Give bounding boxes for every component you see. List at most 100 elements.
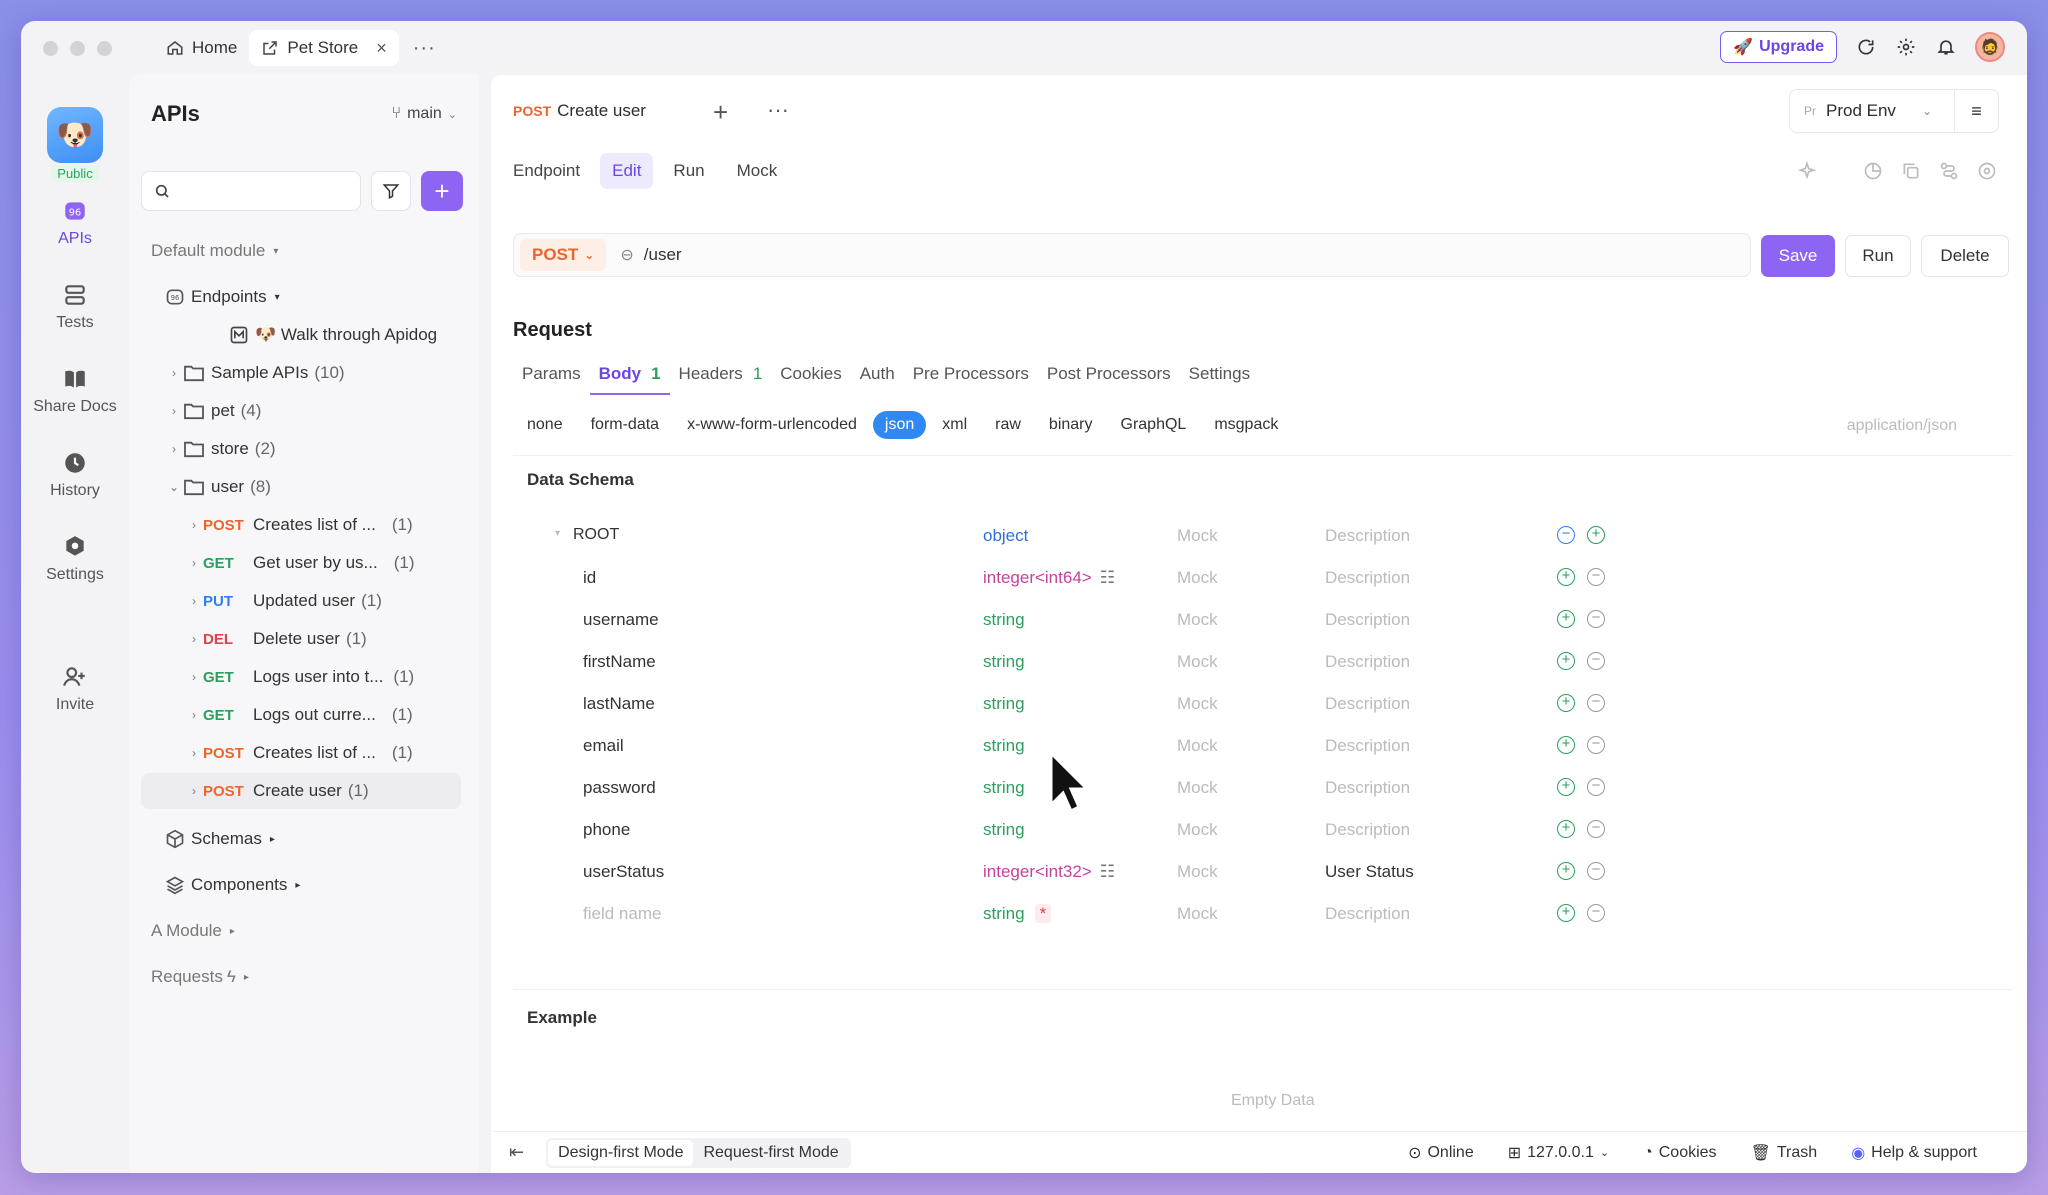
- tree-folder-store[interactable]: › store (2): [165, 431, 276, 467]
- add-field-icon[interactable]: +: [1557, 568, 1575, 586]
- sparkle-icon[interactable]: [1797, 161, 1817, 181]
- remove-field-icon[interactable]: −: [1587, 694, 1605, 712]
- body-type-urlencoded[interactable]: x-www-form-urlencoded: [675, 411, 869, 439]
- trash-button[interactable]: 🗑 Trash: [1751, 1143, 1818, 1163]
- tree-default-module[interactable]: Default module ▾: [151, 233, 278, 269]
- url-path-input[interactable]: [643, 245, 1544, 265]
- remove-field-icon[interactable]: −: [1587, 736, 1605, 754]
- request-first-mode[interactable]: Request-first Mode: [693, 1140, 848, 1166]
- add-button[interactable]: +: [421, 171, 463, 211]
- tab-mock[interactable]: Mock: [725, 153, 790, 189]
- user-avatar[interactable]: 🧔: [1975, 32, 2005, 62]
- collapse-icon[interactable]: −: [1557, 526, 1575, 544]
- run-button[interactable]: Run: [1845, 235, 1911, 277]
- rail-item-settings[interactable]: Settings: [46, 534, 104, 584]
- tree-endpoint[interactable]: › POST Creates list of ... (1): [185, 735, 413, 771]
- add-field-icon[interactable]: +: [1557, 610, 1575, 628]
- add-field-icon[interactable]: +: [1557, 736, 1575, 754]
- tree-endpoint[interactable]: › PUT Updated user (1): [185, 583, 382, 619]
- gear-icon[interactable]: [1895, 36, 1917, 58]
- upgrade-button[interactable]: 🚀 Upgrade: [1720, 31, 1837, 63]
- tree-endpoint[interactable]: › DEL Delete user (1): [185, 621, 367, 657]
- tree-folder-pet[interactable]: › pet (4): [165, 393, 261, 429]
- tab-more-button[interactable]: ···: [767, 97, 789, 123]
- tab-pre-processors[interactable]: Pre Processors: [904, 353, 1038, 395]
- body-type-json[interactable]: json: [872, 411, 927, 439]
- project-avatar[interactable]: 🐶: [47, 107, 103, 163]
- rail-item-invite[interactable]: Invite: [56, 664, 94, 714]
- add-field-icon[interactable]: +: [1557, 652, 1575, 670]
- settings-icon[interactable]: [1977, 161, 1997, 181]
- remove-field-icon[interactable]: −: [1587, 652, 1605, 670]
- cookies-button[interactable]: ◔ Cookies: [1643, 1144, 1716, 1162]
- menu-icon[interactable]: ≡: [1954, 90, 1998, 132]
- tab-run[interactable]: Run: [661, 153, 716, 189]
- tab-cookies[interactable]: Cookies: [771, 353, 850, 395]
- body-type-msgpack[interactable]: msgpack: [1202, 411, 1290, 439]
- tree-endpoint[interactable]: › GET Logs out curre... (1): [185, 697, 413, 733]
- add-field-icon[interactable]: +: [1557, 820, 1575, 838]
- search-box[interactable]: [141, 171, 361, 211]
- minimize-window-button[interactable]: [70, 40, 85, 56]
- tree-a-module[interactable]: A Module ▸: [151, 913, 235, 949]
- search-input[interactable]: [178, 182, 348, 200]
- help-support-button[interactable]: ◉ Help & support: [1851, 1143, 1977, 1163]
- tree-endpoints[interactable]: 96 Endpoints ▾: [165, 279, 280, 315]
- body-type-raw[interactable]: raw: [983, 411, 1033, 439]
- tree-endpoint[interactable]: › GET Get user by us... (1): [185, 545, 415, 581]
- body-type-binary[interactable]: binary: [1037, 411, 1105, 439]
- maximize-window-button[interactable]: [97, 40, 112, 56]
- close-window-button[interactable]: [43, 40, 58, 56]
- body-type-graphql[interactable]: GraphQL: [1109, 411, 1199, 439]
- body-type-form-data[interactable]: form-data: [579, 411, 671, 439]
- online-status[interactable]: ⊙ Online: [1408, 1143, 1474, 1163]
- new-tab-button[interactable]: +: [713, 97, 728, 128]
- add-field-icon[interactable]: +: [1557, 862, 1575, 880]
- body-type-xml[interactable]: xml: [930, 411, 979, 439]
- tree-schemas[interactable]: Schemas ▸: [165, 821, 275, 857]
- refresh-icon[interactable]: [1855, 36, 1877, 58]
- share-flow-icon[interactable]: [1939, 161, 1959, 181]
- add-field-icon[interactable]: +: [1557, 694, 1575, 712]
- copy-icon[interactable]: [1901, 161, 1921, 181]
- body-type-none[interactable]: none: [515, 411, 575, 439]
- remove-field-icon[interactable]: −: [1587, 610, 1605, 628]
- doc-tab-create-user[interactable]: POST Create user: [513, 101, 646, 121]
- remove-field-icon[interactable]: −: [1587, 904, 1605, 922]
- filter-button[interactable]: [371, 171, 411, 211]
- rail-item-history[interactable]: History: [50, 450, 100, 500]
- remove-field-icon[interactable]: −: [1587, 820, 1605, 838]
- host-selector[interactable]: ⊞ 127.0.0.1 ⌄: [1508, 1143, 1609, 1163]
- tab-post-processors[interactable]: Post Processors: [1038, 353, 1180, 395]
- tab-settings[interactable]: Settings: [1180, 353, 1259, 395]
- tab-pet-store[interactable]: Pet Store ×: [249, 30, 399, 66]
- rail-item-apis[interactable]: 96 APIs: [58, 198, 92, 248]
- save-button[interactable]: Save: [1761, 235, 1835, 277]
- tab-endpoint[interactable]: Endpoint: [501, 153, 592, 189]
- remove-field-icon[interactable]: −: [1587, 862, 1605, 880]
- tree-endpoint[interactable]: › GET Logs user into t... (1): [185, 659, 414, 695]
- remove-field-icon[interactable]: −: [1587, 568, 1605, 586]
- more-tabs-button[interactable]: ···: [413, 37, 436, 60]
- remove-field-icon[interactable]: −: [1587, 778, 1605, 796]
- environment-selector[interactable]: Pr Prod Env ⌄ ≡: [1789, 89, 1999, 133]
- required-toggle[interactable]: *: [1034, 904, 1052, 923]
- tab-headers[interactable]: Headers 1: [670, 353, 772, 395]
- tree-walk-through[interactable]: 🐶 Walk through Apidog: [229, 317, 437, 353]
- collapse-sidebar-icon[interactable]: ⇤: [509, 1142, 524, 1163]
- tree-folder-sample-apis[interactable]: › Sample APIs (10): [165, 355, 345, 391]
- tree-folder-user[interactable]: ⌄ user (8): [165, 469, 271, 505]
- design-first-mode[interactable]: Design-first Mode: [548, 1139, 694, 1166]
- add-field-icon[interactable]: +: [1557, 778, 1575, 796]
- tab-params[interactable]: Params: [513, 353, 590, 395]
- branch-selector[interactable]: ⑂ main ⌄: [391, 105, 457, 123]
- tree-endpoint[interactable]: › POST Creates list of ... (1): [185, 507, 413, 543]
- tab-auth[interactable]: Auth: [851, 353, 904, 395]
- add-field-icon[interactable]: +: [1587, 526, 1605, 544]
- rail-item-share-docs[interactable]: Share Docs: [33, 366, 117, 416]
- rail-item-tests[interactable]: Tests: [56, 282, 94, 332]
- tree-endpoint-selected[interactable]: › POST Create user (1): [141, 773, 461, 809]
- tab-home[interactable]: Home: [154, 30, 249, 66]
- chart-pie-icon[interactable]: [1863, 161, 1883, 181]
- close-tab-button[interactable]: ×: [376, 38, 387, 59]
